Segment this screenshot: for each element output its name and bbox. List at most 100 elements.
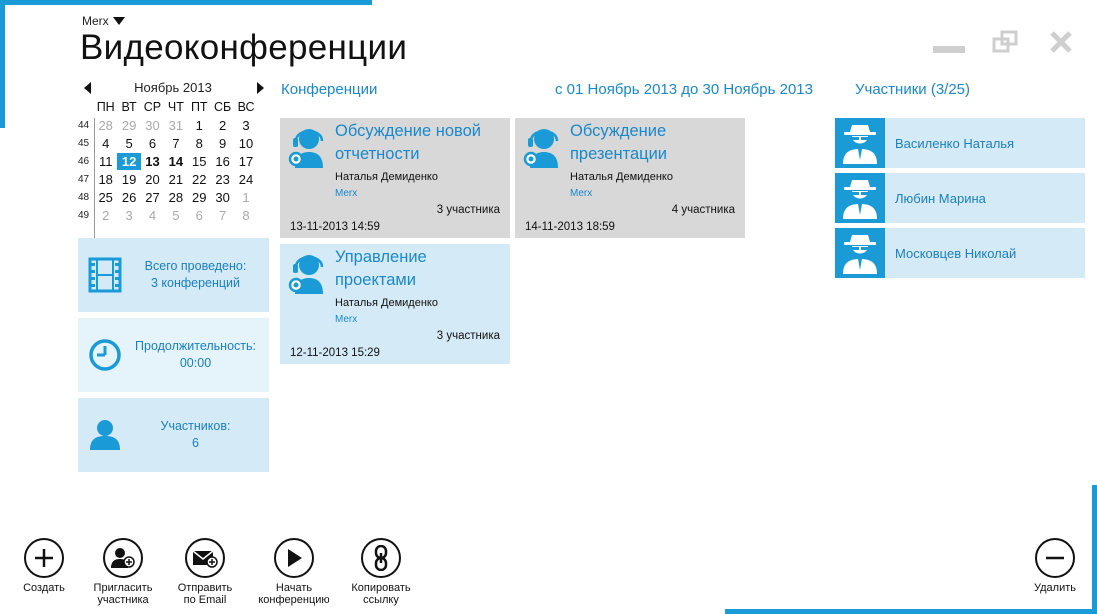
calendar-day[interactable]: 18 bbox=[94, 171, 117, 188]
calendar-day[interactable]: 8 bbox=[234, 207, 257, 224]
email-button-label: Отправить по Email bbox=[177, 582, 233, 606]
participant-item[interactable]: Василенко Наталья bbox=[835, 118, 1085, 168]
weekday-label: ПН bbox=[96, 100, 115, 114]
calendar-day[interactable]: 19 bbox=[117, 171, 140, 188]
calendar-day[interactable]: 17 bbox=[234, 153, 257, 170]
stat-total-conferences: Всего проведено: 3 конференций bbox=[78, 238, 269, 312]
conference-participants: 3 участника bbox=[436, 330, 500, 342]
copy-link-button[interactable]: Копировать ссылку bbox=[346, 538, 416, 606]
calendar-day[interactable]: 29 bbox=[117, 117, 140, 134]
stat-text: Участников: 6 bbox=[128, 418, 269, 452]
accent-frame-top bbox=[0, 0, 372, 5]
calendar-day[interactable]: 12 bbox=[117, 152, 141, 170]
calendar-day[interactable]: 29 bbox=[188, 189, 211, 206]
conference-owner: Наталья Демиденко bbox=[335, 297, 438, 309]
next-month-icon[interactable] bbox=[257, 82, 264, 94]
calendar-day[interactable]: 14 bbox=[164, 153, 187, 170]
close-button[interactable] bbox=[1049, 30, 1073, 54]
conference-tile[interactable]: Управление проектами Наталья Демиденко M… bbox=[280, 244, 510, 364]
participant-item[interactable]: Московцев Николай bbox=[835, 228, 1085, 278]
calendar-day[interactable]: 30 bbox=[141, 117, 164, 134]
calendar-day[interactable]: 27 bbox=[141, 189, 164, 206]
calendar-day[interactable]: 24 bbox=[234, 171, 257, 188]
user-menu[interactable]: Merx bbox=[82, 14, 125, 28]
participant-name: Василенко Наталья bbox=[895, 135, 1015, 151]
calendar-day[interactable]: 26 bbox=[117, 189, 140, 206]
calendar-day[interactable]: 6 bbox=[188, 207, 211, 224]
calendar-day[interactable]: 11 bbox=[94, 153, 117, 170]
calendar-day[interactable]: 4 bbox=[94, 135, 117, 152]
calendar-day[interactable]: 16 bbox=[211, 153, 234, 170]
conference-tile[interactable]: Обсуждение новой отчетности Наталья Деми… bbox=[280, 118, 510, 238]
calendar-day[interactable]: 31 bbox=[164, 117, 187, 134]
calendar-day[interactable]: 28 bbox=[164, 189, 187, 206]
calendar-day[interactable]: 10 bbox=[234, 135, 257, 152]
participants-header-link[interactable]: Участники (3/25) bbox=[855, 81, 970, 98]
conference-org: Merx bbox=[335, 188, 358, 199]
calendar-day[interactable]: 20 bbox=[141, 171, 164, 188]
calendar-day[interactable]: 7 bbox=[164, 135, 187, 152]
calendar-day[interactable]: 7 bbox=[211, 207, 234, 224]
calendar-day[interactable]: 25 bbox=[94, 189, 117, 206]
create-button[interactable]: Создать bbox=[20, 538, 68, 594]
calendar-day[interactable]: 2 bbox=[94, 207, 117, 224]
conference-participants: 3 участника bbox=[436, 204, 500, 216]
calendar-day[interactable]: 5 bbox=[164, 207, 187, 224]
play-icon bbox=[274, 538, 314, 578]
stat-duration-label: Продолжительность: bbox=[135, 339, 256, 353]
restore-button[interactable] bbox=[992, 30, 1020, 54]
calendar-day[interactable]: 13 bbox=[141, 153, 164, 170]
send-email-button[interactable]: Отправить по Email bbox=[172, 538, 238, 606]
stat-total-value: 3 конференций bbox=[150, 276, 241, 290]
stat-total-label: Всего проведено: bbox=[144, 259, 247, 273]
week-number: 45 bbox=[78, 137, 90, 149]
stat-text: Продолжительность: 00:00 bbox=[128, 338, 269, 372]
accent-frame-left bbox=[0, 0, 5, 128]
calendar-day[interactable]: 30 bbox=[211, 189, 234, 206]
calendar-day[interactable]: 6 bbox=[141, 135, 164, 152]
stat-text: Всего проведено: 3 конференций bbox=[128, 258, 269, 292]
invite-participant-button[interactable]: Пригласить участника bbox=[89, 538, 157, 606]
calendar-day[interactable]: 15 bbox=[188, 153, 211, 170]
start-conference-button[interactable]: Начать конференцию bbox=[252, 538, 336, 606]
participant-name: Любин Марина bbox=[895, 190, 986, 206]
date-range-link[interactable]: с 01 Ноябрь 2013 до 30 Ноябрь 2013 bbox=[555, 81, 813, 98]
calendar-week-row: 48 25 26 27 28 29 30 1 bbox=[78, 188, 268, 206]
calendar-day[interactable]: 3 bbox=[117, 207, 140, 224]
agent-avatar-icon bbox=[835, 228, 885, 278]
calendar-day[interactable]: 1 bbox=[234, 189, 257, 206]
delete-button[interactable]: Удалить bbox=[1030, 538, 1080, 594]
conference-date: 12-11-2013 15:29 bbox=[290, 347, 380, 359]
calendar-day[interactable]: 1 bbox=[188, 117, 211, 134]
calendar-day[interactable]: 23 bbox=[211, 171, 234, 188]
calendar-day[interactable]: 2 bbox=[211, 117, 234, 134]
agent-avatar-icon bbox=[835, 173, 885, 223]
calendar-day[interactable]: 21 bbox=[164, 171, 187, 188]
conference-tile[interactable]: Обсуждение презентации Наталья Демиденко… bbox=[515, 118, 745, 238]
email-icon bbox=[185, 538, 225, 578]
conference-org: Merx bbox=[335, 314, 358, 325]
calendar-grid: ПН ВТ СР ЧТ ПТ СБ ВС 44 28 29 30 31 1 2 3 45 4 5 6 7… bbox=[78, 98, 268, 246]
prev-month-icon[interactable] bbox=[84, 82, 91, 94]
participant-item[interactable]: Любин Марина bbox=[835, 173, 1085, 223]
minimize-button[interactable] bbox=[933, 46, 965, 53]
accent-frame-bottom bbox=[725, 609, 1097, 614]
calendar-day[interactable]: 4 bbox=[141, 207, 164, 224]
stat-participants-value: 6 bbox=[192, 436, 199, 450]
calendar-day[interactable]: 8 bbox=[188, 135, 211, 152]
clock-icon bbox=[82, 338, 128, 372]
week-number: 44 bbox=[78, 119, 90, 131]
calendar-day[interactable]: 3 bbox=[234, 117, 257, 134]
calendar-day[interactable]: 28 bbox=[94, 117, 117, 134]
calendar-day[interactable]: 5 bbox=[117, 135, 140, 152]
conference-org: Merx bbox=[570, 188, 593, 199]
page-title: Видеоконференции bbox=[80, 28, 408, 67]
conferences-header-link[interactable]: Конференции bbox=[281, 81, 377, 98]
weekday-row: ПН ВТ СР ЧТ ПТ СБ ВС bbox=[78, 98, 268, 116]
calendar-week-row: 45 4 5 6 7 8 9 10 bbox=[78, 134, 268, 152]
user-menu-label: Merx bbox=[82, 14, 109, 28]
calendar-header: Ноябрь 2013 bbox=[78, 80, 268, 96]
stat-duration: Продолжительность: 00:00 bbox=[78, 318, 269, 392]
calendar-day[interactable]: 22 bbox=[188, 171, 211, 188]
calendar-day[interactable]: 9 bbox=[211, 135, 234, 152]
